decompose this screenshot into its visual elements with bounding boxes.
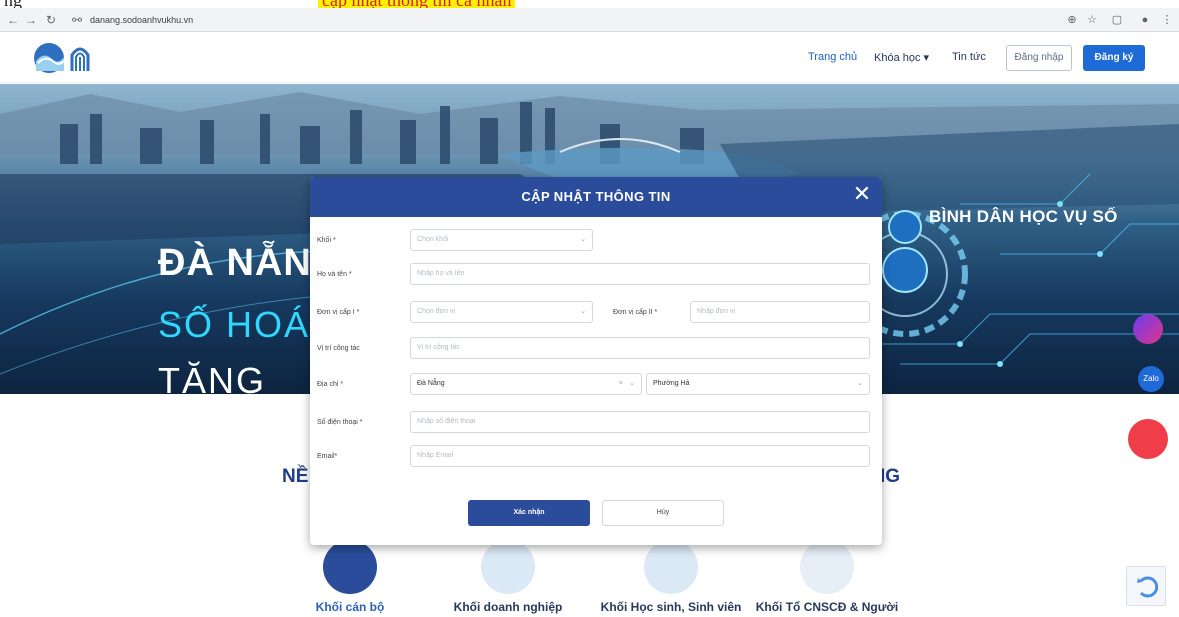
category-citizens[interactable]: Khối Tổ CNSCĐ & Người dân (752, 540, 902, 617)
recaptcha-badge[interactable] (1126, 566, 1166, 606)
chevron-down-icon: ⌄ (857, 380, 863, 387)
profile-icon[interactable]: ● (1138, 13, 1152, 27)
login-button[interactable]: Đăng nhập (1006, 45, 1072, 71)
hotline-icon[interactable] (1128, 419, 1168, 459)
site-header: Trang chủ Khóa học ▾ Tin tức Đăng nhập Đ… (0, 33, 1179, 83)
nav-courses-label: Khóa học (874, 52, 921, 64)
zalo-icon[interactable]: Zalo (1138, 366, 1164, 392)
cancel-button[interactable]: Hủy (602, 500, 724, 526)
phone-input[interactable]: Nhập số điện thoại (410, 411, 870, 433)
section-title-right: IG (880, 466, 901, 487)
extensions-icon[interactable]: ▢ (1110, 13, 1124, 27)
workplace-input[interactable]: Vị trí công tác (410, 337, 870, 359)
workplace-label: Vị trí công tác (317, 345, 360, 352)
category-label: Khối doanh nghiệp (453, 600, 563, 614)
chevron-down-icon: ⌄ (580, 236, 586, 243)
signup-button[interactable]: Đăng ký (1083, 45, 1145, 71)
update-info-modal: CẬP NHẬT THÔNG TIN ✕ Khối * Chọn khối ⌄ … (310, 177, 882, 545)
category-label: Khối Tổ CNSCĐ & Người dân (755, 600, 899, 614)
nav-news[interactable]: Tin tức (952, 51, 986, 63)
modal-header: CẬP NHẬT THÔNG TIN ✕ (310, 177, 882, 217)
hero-title-line3: TĂNG (158, 360, 267, 394)
email-label: Email* (317, 453, 338, 460)
hero-slogan: BÌNH DÂN HỌC VỤ SỐ (929, 207, 1118, 226)
unit1-label: Đơn vị cấp I * (317, 309, 360, 316)
star-icon[interactable]: ☆ (1085, 13, 1099, 27)
email-input[interactable]: Nhập Email (410, 445, 870, 467)
site-info-icon[interactable]: ⚯ (70, 13, 84, 27)
address-bar[interactable]: danang.sodoanhvukhu.vn (90, 12, 1050, 28)
chevron-down-icon: ⌄ (580, 308, 586, 315)
fullname-label: Họ và tên * (317, 271, 352, 278)
city-value: Đà Nẵng (417, 380, 445, 387)
nav-courses[interactable]: Khóa học ▾ (874, 51, 929, 64)
back-icon[interactable]: ← (6, 13, 20, 27)
chevron-down-icon: ▾ (923, 52, 930, 64)
hero-title-line2: SỐ HOÁ (158, 304, 311, 345)
forward-icon[interactable]: → (24, 13, 38, 27)
unit2-label: Đơn vị cấp II * (613, 309, 658, 316)
chat-widget-icon[interactable] (1133, 314, 1163, 344)
block-label: Khối * (317, 237, 336, 244)
reload-icon[interactable]: ↻ (44, 13, 58, 27)
unit2-input[interactable]: Nhập đơn vị (690, 301, 870, 323)
caption-prefix: ng (4, 0, 22, 8)
ward-select[interactable]: Phường Hả ⌄ (646, 373, 870, 395)
document-caption: ng cập nhật thông tin cá nhân (0, 0, 1179, 8)
nav-home[interactable]: Trang chủ (808, 51, 857, 63)
city-select[interactable]: Đà Nẵng × ⌄ (410, 373, 642, 395)
chevron-down-icon: ⌄ (629, 380, 635, 387)
section-title-left: NỀ (282, 466, 309, 487)
phone-label: Số điện thoại * (317, 419, 363, 426)
browser-toolbar: ← → ↻ ⚯ danang.sodoanhvukhu.vn ⊕ ☆ ▢ ● ⋮ (0, 8, 1179, 32)
modal-title: CẬP NHẬT THÔNG TIN (521, 189, 671, 204)
business-icon (481, 540, 535, 594)
unit1-placeholder: Chọn đơn vị (417, 308, 456, 315)
category-officials[interactable]: Khối cán bộ (275, 540, 425, 616)
page: ng cập nhật thông tin cá nhân ← → ↻ ⚯ da… (0, 0, 1179, 617)
block-placeholder: Chọn khối (417, 236, 449, 243)
recaptcha-icon (1137, 576, 1159, 598)
unit1-select[interactable]: Chọn đơn vị ⌄ (410, 301, 593, 323)
close-icon[interactable]: ✕ (850, 183, 874, 207)
students-icon (644, 540, 698, 594)
site-logo[interactable] (32, 41, 102, 75)
block-select[interactable]: Chọn khối ⌄ (410, 229, 593, 251)
confirm-button[interactable]: Xác nhận (468, 500, 590, 526)
address-label: Địa chỉ * (317, 381, 344, 388)
category-label: Khối cán bộ (315, 600, 385, 614)
caption-highlight: cập nhật thông tin cá nhân (318, 0, 516, 8)
category-students[interactable]: Khối Học sinh, Sinh viên (596, 540, 746, 616)
fullname-input[interactable]: Nhập họ và tên (410, 263, 870, 285)
ward-value: Phường Hả (653, 380, 690, 387)
zoom-icon[interactable]: ⊕ (1065, 13, 1079, 27)
menu-icon[interactable]: ⋮ (1160, 13, 1174, 27)
category-label: Khối Học sinh, Sinh viên (600, 600, 742, 614)
officials-icon (323, 540, 377, 594)
category-business[interactable]: Khối doanh nghiệp (433, 540, 583, 616)
clear-icon[interactable]: × (619, 374, 623, 394)
logo-icon (34, 43, 90, 73)
citizens-icon (800, 540, 854, 594)
